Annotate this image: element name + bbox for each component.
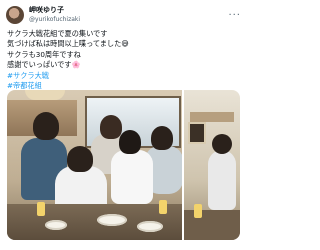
post-line: 気づけば私は時間以上喋ってました😅	[7, 39, 129, 49]
post-line: 感謝でいっぱいです🌸	[7, 60, 81, 70]
dining-table	[184, 210, 240, 240]
more-options-icon[interactable]: ···	[228, 10, 241, 21]
post-card: 岬咲ゆり子 @yurikofuchizaki ··· サクラ大戦花組で夏の集いで…	[0, 0, 247, 250]
person-head	[100, 115, 122, 139]
dish	[45, 220, 67, 230]
glass	[37, 202, 45, 216]
person-head	[119, 130, 141, 154]
hashtag-link[interactable]: #サクラ大戦	[7, 71, 239, 81]
dish	[137, 221, 163, 232]
post-line: サクラ大戦花組で夏の集いです	[7, 29, 108, 38]
person-head	[67, 146, 93, 172]
wall-shelf	[190, 112, 234, 122]
photo-side[interactable]	[184, 90, 240, 240]
person-head	[212, 134, 232, 154]
person-head	[33, 112, 59, 140]
user-handle[interactable]: @yurikofuchizaki	[29, 15, 80, 24]
person-head	[151, 126, 173, 150]
display-name[interactable]: 岬咲ゆり子	[29, 6, 80, 15]
person-body	[208, 150, 236, 210]
photo-group-dinner[interactable]	[7, 90, 182, 240]
glass	[159, 200, 167, 214]
person-body	[111, 150, 153, 204]
avatar[interactable]	[6, 6, 24, 24]
ceiling-lamp	[25, 90, 65, 100]
picture-frame	[188, 122, 206, 144]
author-names[interactable]: 岬咲ゆり子 @yurikofuchizaki	[29, 6, 80, 24]
media-grid	[7, 90, 240, 240]
post-line: サクラも30周年ですね	[7, 49, 81, 59]
post-text: サクラ大戦花組で夏の集いです 気づけば私は時間以上喋ってました😅 サクラも30周…	[7, 29, 239, 91]
glass	[194, 204, 202, 218]
post-header: 岬咲ゆり子 @yurikofuchizaki ···	[6, 4, 241, 26]
dish	[97, 214, 127, 226]
